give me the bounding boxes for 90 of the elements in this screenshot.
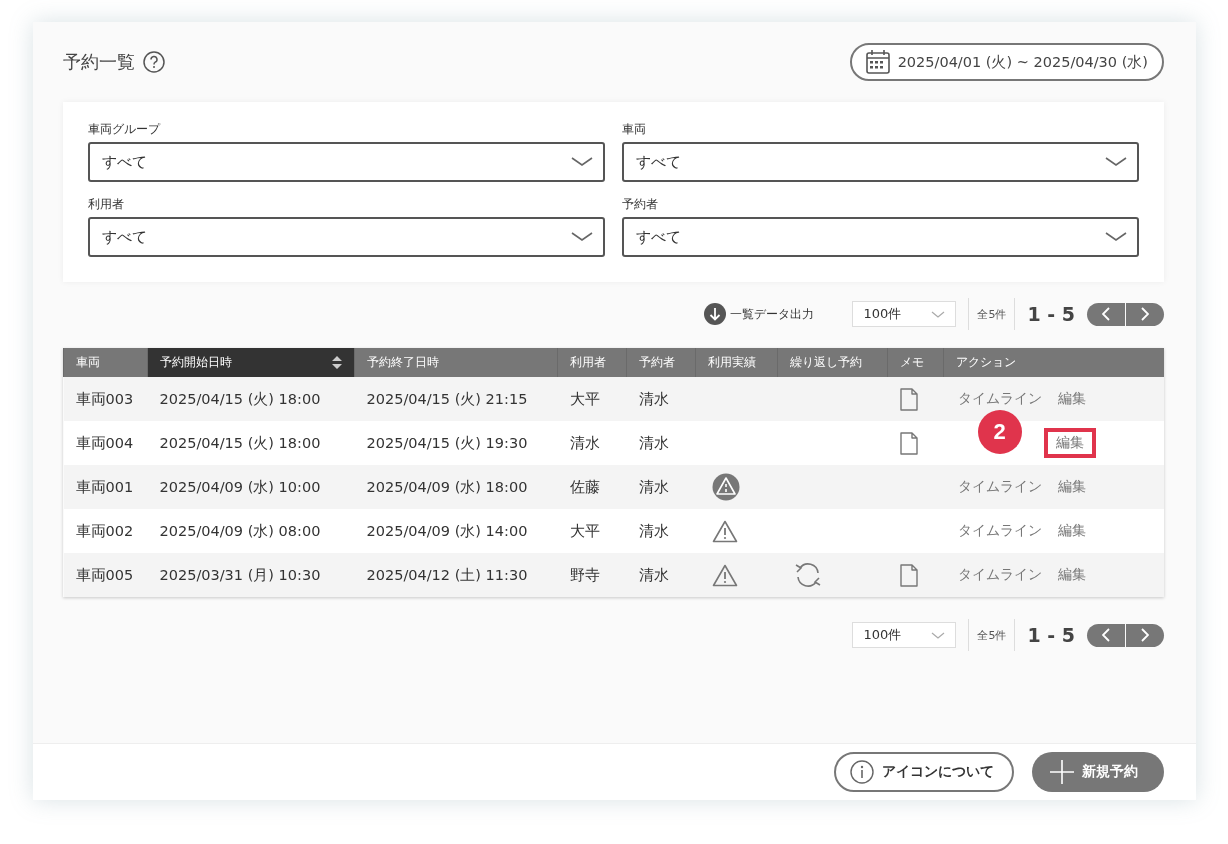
repeat-icon	[793, 562, 822, 588]
icon-info-button[interactable]: アイコンについて	[834, 752, 1014, 792]
edit-link[interactable]: 編集	[1056, 390, 1087, 408]
column-header[interactable]: 予約者	[626, 348, 696, 377]
warning-icon	[711, 519, 738, 543]
previous-page-button[interactable]	[1087, 302, 1125, 326]
road-warning-icon	[711, 473, 740, 501]
previous-page-button[interactable]	[1087, 623, 1125, 647]
table-cell: 清水	[626, 377, 696, 421]
sort-icon	[332, 356, 342, 369]
total-count: 全5件	[976, 306, 1008, 322]
next-page-button[interactable]	[1126, 623, 1164, 647]
timeline-link[interactable]: タイムライン	[957, 566, 1042, 584]
column-header[interactable]: 予約開始日時	[147, 348, 355, 377]
page-range: 1 - 5	[1026, 624, 1076, 646]
filter-select[interactable]: すべて	[88, 142, 605, 182]
chevron-down-icon	[931, 631, 946, 639]
chevron-right-icon	[1141, 307, 1149, 321]
filter-label: 予約者	[622, 196, 659, 213]
document-icon	[899, 431, 918, 455]
chevron-down-icon	[931, 310, 946, 318]
info-icon	[850, 760, 874, 784]
column-header[interactable]: 予約終了日時	[354, 348, 558, 377]
chevron-left-icon	[1102, 307, 1110, 321]
chevron-down-icon	[571, 232, 593, 242]
timeline-link[interactable]: タイムライン	[957, 478, 1042, 496]
table-cell: 2025/04/15 (火) 19:30	[354, 421, 558, 465]
chevron-down-icon	[571, 157, 593, 167]
table-cell: 大平	[557, 377, 627, 421]
edit-link[interactable]: 編集	[1043, 428, 1096, 458]
new-reservation-button[interactable]: 新規予約	[1032, 752, 1164, 792]
page-range: 1 - 5	[1026, 303, 1076, 325]
table-cell: 2025/04/12 (土) 11:30	[354, 553, 558, 597]
table-cell: 2025/04/09 (水) 14:00	[354, 509, 558, 553]
chevron-down-icon	[1105, 232, 1127, 242]
table-cell: 2025/04/09 (水) 18:00	[354, 465, 558, 509]
total-count: 全5件	[976, 627, 1008, 643]
help-icon[interactable]	[143, 51, 165, 73]
table-cell: 大平	[557, 509, 627, 553]
filter-select[interactable]: すべて	[622, 217, 1139, 257]
table-cell: 2025/04/15 (火) 18:00	[147, 377, 355, 421]
column-header[interactable]: 繰り返し予約	[777, 348, 888, 377]
table-cell: 清水	[626, 465, 696, 509]
column-header[interactable]: 車両	[63, 348, 148, 377]
table-cell: 車両003	[63, 377, 148, 421]
table-cell: 2025/04/15 (火) 18:00	[147, 421, 355, 465]
plus-icon	[1050, 760, 1074, 784]
table-cell: 車両004	[63, 421, 148, 465]
table-cell: 2025/04/09 (水) 10:00	[147, 465, 355, 509]
table-cell: 車両001	[63, 465, 148, 509]
next-page-button[interactable]	[1126, 302, 1164, 326]
column-header[interactable]: 利用者	[557, 348, 627, 377]
warning-icon	[711, 563, 738, 587]
filter-select[interactable]: すべて	[88, 217, 605, 257]
table-cell: 2025/04/09 (水) 08:00	[147, 509, 355, 553]
column-header[interactable]: アクション	[943, 348, 1164, 377]
callout-badge: 2	[977, 410, 1022, 454]
table-cell: 佐藤	[557, 465, 627, 509]
edit-link[interactable]: 編集	[1056, 566, 1087, 584]
column-header[interactable]: メモ	[887, 348, 944, 377]
chevron-down-icon	[1105, 157, 1127, 167]
table-cell: 清水	[557, 421, 627, 465]
download-icon	[704, 303, 727, 325]
filter-label: 車両	[622, 121, 647, 138]
table-cell: 2025/03/31 (月) 10:30	[147, 553, 355, 597]
document-icon	[899, 387, 918, 411]
table-cell: 清水	[626, 553, 696, 597]
table-cell: 車両002	[63, 509, 148, 553]
edit-link[interactable]: 編集	[1056, 522, 1087, 540]
table-cell: 2025/04/15 (火) 21:15	[354, 377, 558, 421]
column-header[interactable]: 利用実績	[695, 348, 778, 377]
filter-label: 車両グループ	[88, 121, 162, 138]
timeline-link[interactable]: タイムライン	[957, 522, 1042, 540]
document-icon	[899, 563, 918, 587]
filter-select[interactable]: すべて	[622, 142, 1139, 182]
page-size-select[interactable]: 100件	[852, 301, 957, 327]
calendar-icon	[865, 50, 890, 74]
page-title: 予約一覧	[63, 50, 135, 74]
table-cell: 清水	[626, 421, 696, 465]
table-cell: 野寺	[557, 553, 627, 597]
date-range-button[interactable]: 2025/04/01 (火) ~ 2025/04/30 (水)	[849, 43, 1164, 81]
page-size-select[interactable]: 100件	[852, 622, 957, 648]
export-button[interactable]: 一覧データ出力	[704, 303, 815, 325]
filter-label: 利用者	[88, 196, 125, 213]
table-cell: 車両005	[63, 553, 148, 597]
table-cell: 清水	[626, 509, 696, 553]
edit-link[interactable]: 編集	[1056, 478, 1087, 496]
chevron-left-icon	[1102, 628, 1110, 642]
chevron-right-icon	[1141, 628, 1149, 642]
timeline-link[interactable]: タイムライン	[957, 390, 1042, 408]
